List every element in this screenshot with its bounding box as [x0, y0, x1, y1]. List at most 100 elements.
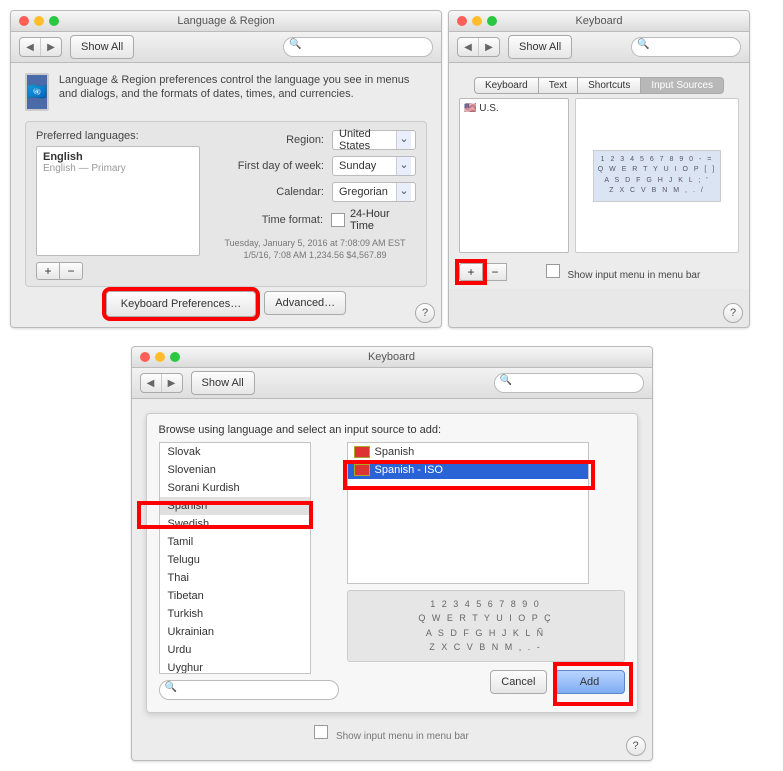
keyboard-preferences-button[interactable]: Keyboard Preferences… [106, 291, 256, 317]
calendar-label: Calendar: [214, 186, 324, 198]
keyboard-window: Keyboard ◀ ▶ Show All Keyboard Text Shor… [448, 10, 750, 328]
add-source-button[interactable]: + [459, 263, 483, 281]
show-input-menu-checkbox[interactable] [314, 725, 328, 739]
kb-row: 1 2 3 4 5 6 7 8 9 0 [354, 597, 618, 611]
help-button[interactable]: ? [723, 303, 743, 323]
kb-row: Z X C V B N M , . - [354, 640, 618, 654]
add-input-source-sheet: Browse using language and select an inpu… [146, 413, 638, 713]
language-list-item[interactable]: Ukrainian [160, 623, 310, 641]
language-list[interactable]: SlovakSlovenianSorani KurdishSpanishSwed… [159, 442, 311, 674]
keyboard-preview: 1 2 3 4 5 6 7 8 9 0 - = Q W E R T Y U I … [575, 98, 739, 253]
show-all-button[interactable]: Show All [191, 371, 255, 395]
show-all-button[interactable]: Show All [508, 35, 572, 59]
nav-back-forward[interactable]: ◀ ▶ [140, 373, 183, 393]
window-title: Keyboard [132, 351, 652, 363]
close-icon[interactable] [457, 16, 467, 26]
tab-input-sources[interactable]: Input Sources [641, 77, 724, 94]
zoom-icon[interactable] [170, 352, 180, 362]
first-day-select[interactable]: Sunday [332, 156, 416, 176]
remove-language-button[interactable]: − [60, 262, 83, 280]
minimize-icon[interactable] [34, 16, 44, 26]
24hour-checkbox[interactable] [331, 213, 345, 227]
un-flag-icon: 🇺🇳 [25, 73, 49, 111]
show-input-menu-checkbox[interactable] [546, 264, 560, 278]
intro-text: Language & Region preferences control th… [59, 73, 427, 102]
region-select[interactable]: United States [332, 130, 416, 150]
show-input-menu-label[interactable]: Show input menu in menu bar [507, 264, 739, 281]
language-list-item[interactable]: Sorani Kurdish [160, 479, 310, 497]
kb-row: Q W E R T Y U I O P Ç [354, 611, 618, 625]
kb-row: 1 2 3 4 5 6 7 8 9 0 - = [598, 155, 717, 166]
input-source-variant-item[interactable]: Spanish [348, 443, 588, 461]
close-icon[interactable] [140, 352, 150, 362]
language-list-item[interactable]: Uyghur [160, 659, 310, 674]
keyboard-add-sheet-window: Keyboard ◀ ▶ Show All 🇺🇸 Browse using la… [131, 346, 653, 761]
preferred-languages-list[interactable]: English English — Primary [36, 146, 200, 256]
tab-keyboard[interactable]: Keyboard [474, 77, 539, 94]
titlebar: Keyboard [449, 11, 749, 32]
add-button[interactable]: Add [555, 670, 625, 694]
input-source-item[interactable]: 🇺🇸 U.S. [464, 103, 564, 114]
search-input[interactable] [494, 373, 644, 393]
tab-text[interactable]: Text [539, 77, 578, 94]
input-source-variant-list[interactable]: SpanishSpanish - ISO [347, 442, 589, 584]
titlebar: Keyboard [132, 347, 652, 368]
language-list-item[interactable]: Tamil [160, 533, 310, 551]
remove-source-button[interactable]: − [483, 263, 507, 281]
search-input[interactable] [283, 37, 433, 57]
time-format-label: Time format: [214, 214, 323, 226]
forward-icon[interactable]: ▶ [41, 38, 61, 56]
back-icon[interactable]: ◀ [141, 374, 162, 392]
minimize-icon[interactable] [472, 16, 482, 26]
sample-line-1: Tuesday, January 5, 2016 at 7:08:09 AM E… [214, 238, 416, 250]
zoom-icon[interactable] [49, 16, 59, 26]
tab-shortcuts[interactable]: Shortcuts [578, 77, 641, 94]
first-day-label: First day of week: [214, 160, 324, 172]
language-list-item[interactable]: Spanish [160, 497, 310, 515]
kb-row: A S D F G H J K L Ñ [354, 626, 618, 640]
input-source-list[interactable]: 🇺🇸 U.S. [459, 98, 569, 253]
minimize-icon[interactable] [155, 352, 165, 362]
nav-back-forward[interactable]: ◀ ▶ [457, 37, 500, 57]
language-list-item[interactable]: Swedish [160, 515, 310, 533]
language-list-item[interactable]: Telugu [160, 551, 310, 569]
forward-icon[interactable]: ▶ [162, 374, 182, 392]
language-list-item[interactable]: Tibetan [160, 587, 310, 605]
preferred-languages-label: Preferred languages: [36, 130, 200, 142]
keyboard-preview-large: 1 2 3 4 5 6 7 8 9 0 Q W E R T Y U I O P … [347, 590, 625, 662]
toolbar: ◀ ▶ Show All [11, 32, 441, 63]
kb-row: Q W E R T Y U I O P [ ] [598, 165, 717, 176]
flag-icon [354, 446, 370, 458]
language-item-sub: English — Primary [43, 163, 193, 174]
show-all-button[interactable]: Show All [70, 35, 134, 59]
back-icon[interactable]: ◀ [20, 38, 41, 56]
language-region-window: Language & Region ◀ ▶ Show All 🇺🇳 Langua… [10, 10, 442, 328]
input-source-variant-item[interactable]: Spanish - ISO [348, 461, 588, 479]
language-list-item[interactable]: Urdu [160, 641, 310, 659]
add-language-button[interactable]: + [36, 262, 60, 280]
advanced-button[interactable]: Advanced… [264, 291, 346, 315]
window-title: Language & Region [11, 15, 441, 27]
close-icon[interactable] [19, 16, 29, 26]
search-input[interactable] [631, 37, 741, 57]
language-list-item[interactable]: Turkish [160, 605, 310, 623]
language-list-item[interactable]: Slovenian [160, 461, 310, 479]
forward-icon[interactable]: ▶ [479, 38, 499, 56]
kb-row: A S D F G H J K L ; ' [598, 176, 717, 187]
cancel-button[interactable]: Cancel [490, 670, 546, 694]
flag-icon [354, 464, 370, 476]
calendar-select[interactable]: Gregorian [332, 182, 416, 202]
language-item[interactable]: English [43, 151, 193, 163]
help-button[interactable]: ? [626, 736, 646, 756]
language-list-item[interactable]: Slovak [160, 443, 310, 461]
sheet-instruction: Browse using language and select an inpu… [159, 424, 625, 436]
language-list-item[interactable]: Thai [160, 569, 310, 587]
show-input-menu-label[interactable]: Show input menu in menu bar [132, 721, 652, 750]
zoom-icon[interactable] [487, 16, 497, 26]
nav-back-forward[interactable]: ◀ ▶ [19, 37, 62, 57]
help-button[interactable]: ? [415, 303, 435, 323]
region-label: Region: [214, 134, 324, 146]
sample-line-2: 1/5/16, 7:08 AM 1,234.56 $4,567.89 [214, 250, 416, 262]
sheet-search-input[interactable] [159, 680, 339, 700]
back-icon[interactable]: ◀ [458, 38, 479, 56]
